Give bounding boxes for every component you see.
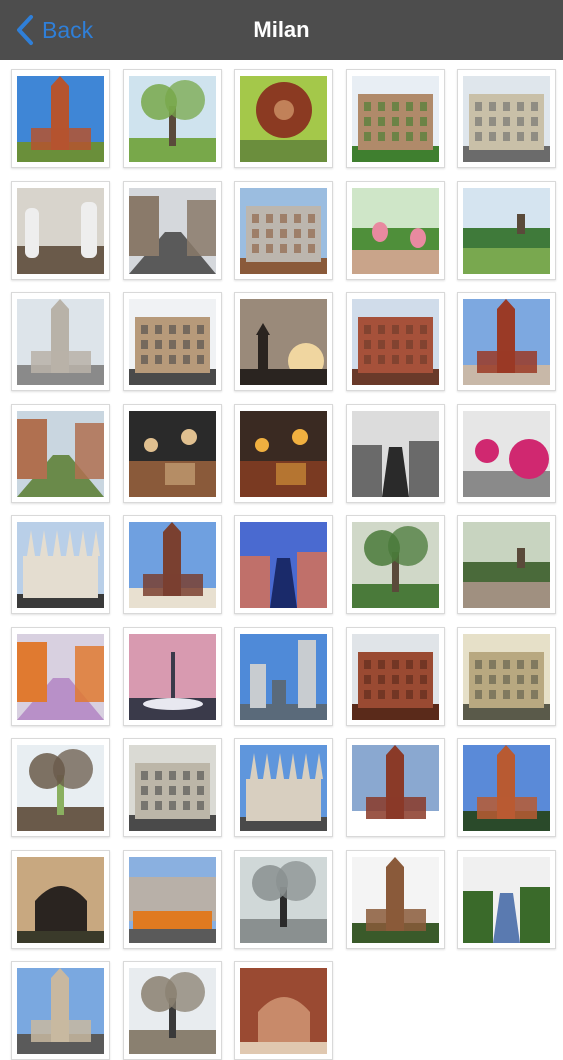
- photo-thumbnail-modern-tower[interactable]: [11, 292, 110, 391]
- photo-thumbnail-apartment-balconies[interactable]: [457, 626, 556, 726]
- photo-image: [351, 410, 439, 497]
- photo-thumbnail-church-garden[interactable]: [345, 69, 445, 168]
- photo-image: [128, 856, 216, 943]
- photo-thumbnail-central-station[interactable]: [122, 738, 222, 837]
- photo-thumbnail-bikes-statue[interactable]: [11, 626, 110, 726]
- photo-image: [463, 76, 550, 162]
- photo-image: [240, 745, 327, 831]
- photo-image: [128, 633, 216, 720]
- photo-thumbnail-canal-crowd[interactable]: [11, 403, 110, 503]
- photo-image: [128, 410, 216, 497]
- photo-thumbnail-statue-courtyard[interactable]: [11, 180, 110, 280]
- photo-image: [17, 76, 104, 162]
- back-button[interactable]: Back: [14, 14, 93, 46]
- photo-image: [128, 745, 216, 831]
- photo-image: [240, 522, 327, 608]
- photo-image: [240, 633, 327, 720]
- photo-thumbnail-skyscrapers[interactable]: [234, 626, 333, 726]
- photo-thumbnail-monument-column[interactable]: [11, 961, 110, 1060]
- photo-thumbnail-pink-spheres[interactable]: [457, 403, 556, 503]
- photo-image: [17, 410, 104, 497]
- photo-thumbnail-park-path[interactable]: [457, 515, 556, 614]
- photo-thumbnail-street-view[interactable]: [122, 180, 222, 280]
- photo-thumbnail-park-tree[interactable]: [122, 69, 222, 168]
- navigation-bar: Back Milan: [0, 0, 563, 60]
- photo-image: [17, 522, 104, 608]
- photo-thumbnail-castle-park[interactable]: [457, 180, 556, 280]
- photo-thumbnail-autumn-trees[interactable]: [11, 738, 110, 837]
- photo-image: [240, 856, 327, 943]
- photo-image: [463, 856, 550, 943]
- photo-thumbnail-bronze-sculpture[interactable]: [234, 69, 333, 168]
- photo-thumbnail-sunset-silhouette[interactable]: [234, 292, 333, 391]
- photo-image: [351, 76, 439, 162]
- photo-thumbnail-night-market[interactable]: [122, 403, 222, 503]
- photo-image: [351, 633, 439, 720]
- photo-thumbnail-palazzo-facade[interactable]: [457, 69, 556, 168]
- photo-image: [128, 299, 216, 385]
- photo-thumbnail-park-trees[interactable]: [345, 515, 445, 614]
- photo-thumbnail-winter-trees[interactable]: [122, 961, 222, 1060]
- photo-thumbnail-canal-reflection[interactable]: [457, 849, 556, 949]
- photo-image: [17, 745, 104, 831]
- photo-image: [463, 522, 550, 608]
- photo-thumbnail-arch-courtyard[interactable]: [11, 849, 110, 949]
- photo-thumbnail-church-brick[interactable]: [345, 626, 445, 726]
- photo-thumbnail-round-tower[interactable]: [457, 738, 556, 837]
- photo-image: [351, 522, 439, 608]
- photo-image: [17, 968, 104, 1054]
- photo-thumbnail-church-domes[interactable]: [122, 292, 222, 391]
- photo-thumbnail-arched-loggia[interactable]: [345, 292, 445, 391]
- photo-image: [463, 410, 550, 497]
- photo-image: [17, 187, 104, 274]
- back-label: Back: [42, 16, 94, 43]
- page-title: Milan: [253, 17, 310, 42]
- photo-thumbnail-duomo-facade[interactable]: [11, 515, 110, 614]
- photo-thumbnail-tree-branches[interactable]: [234, 849, 333, 949]
- photo-image: [240, 968, 327, 1054]
- photo-image: [240, 410, 327, 497]
- photo-thumbnail-duomo-spires[interactable]: [234, 738, 333, 837]
- photo-thumbnail-castle-tower[interactable]: [457, 292, 556, 391]
- photo-image: [351, 856, 439, 943]
- photo-image: [351, 299, 439, 385]
- photo-image: [128, 522, 216, 608]
- photo-image: [128, 187, 216, 274]
- photo-thumbnail-street-lamps[interactable]: [234, 403, 333, 503]
- photo-image: [351, 745, 439, 831]
- photo-thumbnail-orange-tram[interactable]: [122, 849, 222, 949]
- photo-thumbnail-castle-sky[interactable]: [345, 849, 445, 949]
- photo-thumbnail-canal-bw[interactable]: [345, 403, 445, 503]
- photo-image: [463, 187, 550, 274]
- photo-image: [351, 187, 439, 274]
- photo-thumbnail-fountain-dusk[interactable]: [122, 626, 222, 726]
- chevron-left-icon: [17, 15, 33, 45]
- photo-thumbnail-castle-clouds[interactable]: [345, 738, 445, 837]
- photo-thumbnail-ornate-arches[interactable]: [234, 961, 333, 1060]
- photo-image: [128, 968, 216, 1054]
- photo-image: [240, 187, 327, 274]
- photo-image: [463, 299, 550, 385]
- photo-thumbnail-apartment-block[interactable]: [234, 180, 333, 280]
- photo-image: [17, 856, 104, 943]
- photo-image: [17, 299, 104, 385]
- photo-thumbnail-tower-red-brick[interactable]: [11, 69, 110, 168]
- photo-thumbnail-castle-tower-sky[interactable]: [122, 515, 222, 614]
- photo-image: [128, 76, 216, 162]
- photo-image: [240, 299, 327, 385]
- photo-thumbnail-pink-flamingos[interactable]: [345, 180, 445, 280]
- photo-image: [463, 745, 550, 831]
- photo-image: [463, 633, 550, 720]
- photo-image: [17, 633, 104, 720]
- photo-thumbnail-canal-night[interactable]: [234, 515, 333, 614]
- photo-image: [240, 76, 327, 162]
